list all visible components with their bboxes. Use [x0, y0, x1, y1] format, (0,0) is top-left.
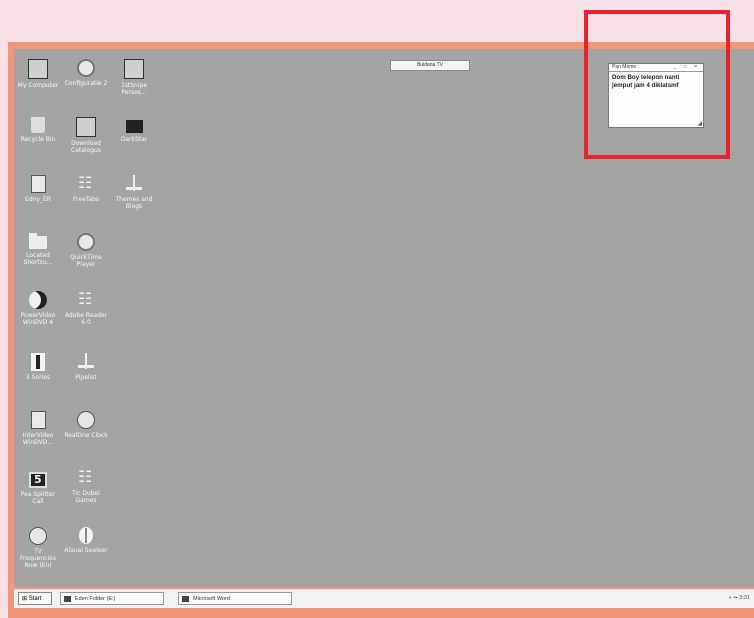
desktop-icon-pipelist[interactable]: Pipelist	[64, 353, 108, 381]
sticky-note-title: Pan Memo	[612, 64, 637, 70]
window-controls[interactable]: _ □ ×	[674, 64, 701, 71]
folder-icon	[29, 233, 47, 249]
icon-label: TV Frequencies Now (En)	[20, 548, 56, 569]
taskbar-item-word[interactable]: Microsoft Word	[178, 592, 292, 605]
desktop-icon-realone[interactable]: RealOne Clock	[64, 411, 108, 439]
sticky-note-titlebar[interactable]: Pan Memo _ □ ×	[609, 64, 703, 72]
windows-logo-icon: ⊞	[22, 596, 28, 602]
desktop-icon-adobe-reader[interactable]: Adobe Reader 6.0	[64, 289, 108, 326]
desktop-icon-configuratie[interactable]: Configuratie 2	[64, 59, 108, 87]
desktop-icon-pea-splitter[interactable]: Pea Splitter Call	[16, 469, 60, 505]
games-icon	[77, 467, 95, 487]
desktop-icon-my-computer[interactable]: My Computer	[16, 59, 60, 89]
icon-label: Configuratie 2	[64, 80, 108, 87]
tag-icon	[124, 59, 144, 79]
lamp-icon	[126, 175, 142, 193]
desktop-icon-darkstar[interactable]: DarkStar	[112, 117, 156, 143]
folder-icon	[64, 596, 71, 602]
box-icon	[76, 117, 96, 137]
icon-label: Adobe Reader 6.0	[64, 312, 108, 326]
desktop-icon-edny-er[interactable]: Edny_ER	[16, 175, 60, 203]
sticky-note-text[interactable]: Dom Boy telepon nanti jemput jam 4 dikla…	[609, 72, 703, 91]
desktop-icon-freetabs[interactable]: FreeTabs	[64, 173, 108, 203]
desktop-icon-3-series[interactable]: 3 Series	[16, 353, 60, 381]
desktop-icon-located-shortcut[interactable]: Located Shortcu...	[16, 233, 60, 266]
task-label: Microsoft Word	[193, 596, 230, 602]
resize-grip-icon[interactable]: ◢	[697, 120, 702, 127]
desktop-icon-powervideo[interactable]: PowerVideo WinDVD 4	[16, 291, 60, 326]
icon-label: Themes and Blogs	[115, 196, 153, 210]
oval-icon	[79, 527, 93, 544]
start-button[interactable]: ⊞ Start	[18, 592, 52, 605]
desktop-tooltip: Buldana TV	[390, 60, 470, 71]
icon-label: FreeTabs	[72, 196, 99, 203]
icon-label: Tic Dubei Games	[72, 490, 100, 504]
desktop-icon-alauai[interactable]: Alauai Sealeer	[64, 527, 108, 554]
disc-icon	[77, 59, 95, 77]
icon-label: PowerVideo WinDVD 4	[20, 312, 56, 326]
desktop-icon-themes[interactable]: Themes and Blogs	[112, 175, 156, 210]
media-player-icon	[29, 291, 47, 309]
tower-icon	[78, 353, 94, 371]
icon-label: Pipelist	[75, 374, 97, 381]
icon-label: Located Shortcu...	[23, 252, 53, 266]
task-label: Eden Folder (E:)	[75, 596, 116, 602]
network-icon	[77, 173, 95, 193]
icon-label: Alauai Sealeer	[64, 547, 108, 554]
person-icon	[31, 353, 45, 371]
desktop-icon-quicktime[interactable]: QuickTime Player	[64, 233, 108, 268]
desktop: My Computer Recycle Bin Edny_ER Located …	[14, 49, 754, 587]
desktop-icon-1stsnipe[interactable]: 1stSnipe Persos...	[112, 59, 156, 96]
desktop-icon-tic-dubei[interactable]: Tic Dubei Games	[64, 467, 108, 504]
desktop-icon-recycle-bin[interactable]: Recycle Bin	[16, 117, 60, 143]
desktop-icon-intervideo[interactable]: InterVideo WinDVD...	[16, 411, 60, 446]
clock-icon	[77, 411, 95, 429]
desktop-icon-tv-frequencies[interactable]: TV Frequencies Now (En)	[16, 527, 60, 569]
sticky-note-window[interactable]: Pan Memo _ □ × Dom Boy telepon nanti jem…	[608, 63, 704, 128]
computer-icon	[28, 59, 48, 79]
icon-label: DarkStar	[120, 136, 148, 143]
quicktime-icon	[77, 233, 95, 251]
icon-label: My Computer	[17, 82, 59, 89]
document-icon	[30, 175, 46, 193]
start-label: Start	[28, 596, 42, 602]
word-icon	[182, 596, 189, 602]
icon-label: QuickTime Player	[70, 254, 102, 268]
globe-icon	[29, 527, 47, 545]
icon-label: RealOne Clock	[64, 432, 108, 439]
recycle-bin-icon	[31, 117, 45, 133]
taskbar-item-folder[interactable]: Eden Folder (E:)	[60, 592, 164, 605]
desktop-icon-download-catalogus[interactable]: Download Catalogus	[64, 117, 108, 154]
icon-label: Download Catalogus	[71, 140, 101, 154]
icon-label: 3 Series	[25, 374, 51, 381]
screen-icon	[29, 472, 47, 488]
icon-label: Recycle Bin	[20, 136, 56, 143]
icon-label: 1stSnipe Persos...	[120, 82, 148, 96]
document-icon	[30, 411, 46, 429]
reader-icon	[77, 289, 95, 309]
taskbar: ⊞ Start Eden Folder (E:) Microsoft Word …	[14, 589, 754, 608]
icon-label: Pea Splitter Call	[20, 491, 56, 505]
system-tray[interactable]: « ⏦ 3:31	[729, 592, 750, 605]
icon-label: InterVideo WinDVD...	[22, 432, 54, 446]
camera-icon	[125, 120, 143, 133]
icon-label: Edny_ER	[25, 196, 51, 203]
